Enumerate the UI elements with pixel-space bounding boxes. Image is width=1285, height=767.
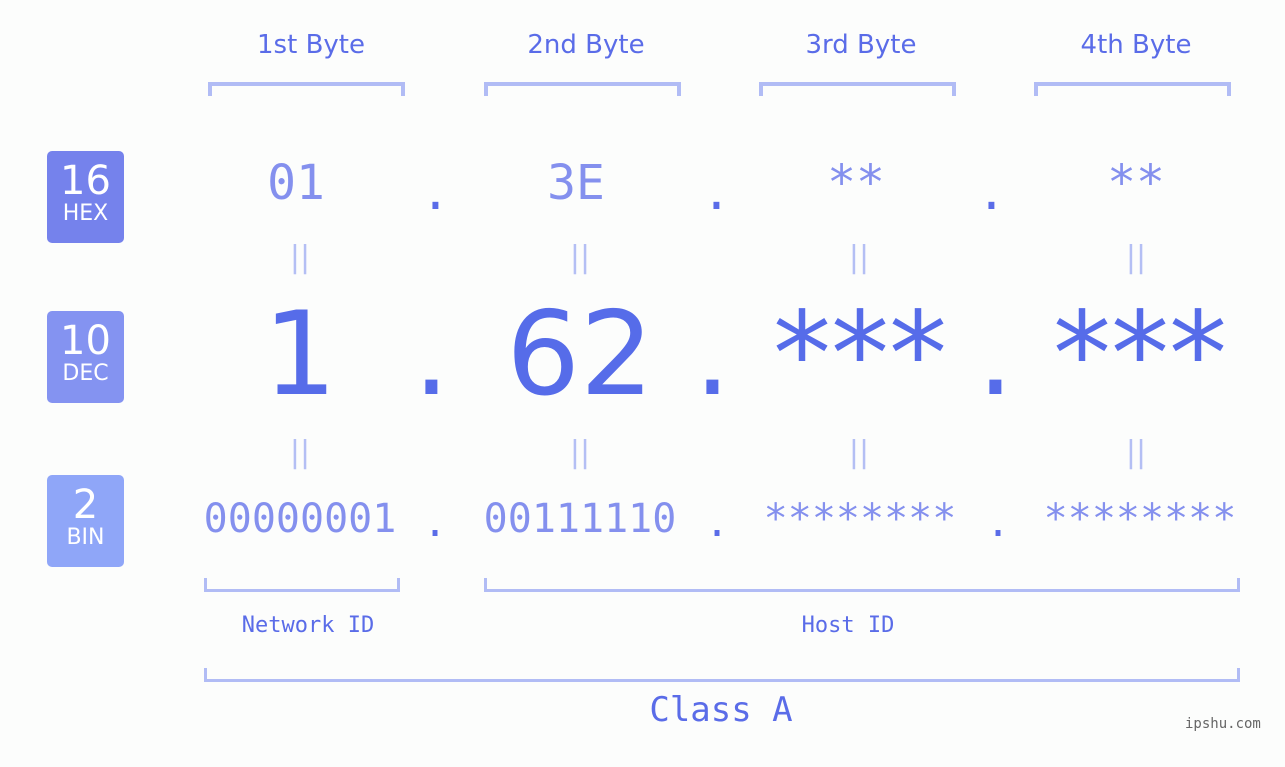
byte-header-2: 2nd Byte xyxy=(527,30,645,60)
hex-octet-3: ** xyxy=(827,155,885,211)
host-id-bracket xyxy=(484,578,1240,592)
network-id-bracket xyxy=(204,578,400,592)
dec-octet-3: *** xyxy=(773,287,947,422)
equals-icon: || xyxy=(289,435,311,470)
hex-separator-1: . xyxy=(421,165,450,221)
watermark: ipshu.com xyxy=(1185,716,1261,732)
dec-octet-4: *** xyxy=(1053,287,1227,422)
dec-separator-2: . xyxy=(694,287,731,422)
host-id-label: Host ID xyxy=(801,613,895,638)
hex-octet-1: 01 xyxy=(267,155,325,211)
bin-badge: 2 BIN xyxy=(47,475,124,567)
bin-octet-1: 00000001 xyxy=(203,496,397,542)
byte-header-1: 1st Byte xyxy=(257,30,365,60)
dec-badge-label: DEC xyxy=(62,361,109,386)
network-id-label: Network ID xyxy=(241,613,375,638)
hex-separator-3: . xyxy=(977,165,1006,221)
bin-octet-3: ******** xyxy=(763,496,957,542)
equals-icon: || xyxy=(1125,240,1147,275)
hex-separator-2: . xyxy=(702,165,731,221)
byte-header-4: 4th Byte xyxy=(1080,30,1192,60)
bin-badge-number: 2 xyxy=(72,482,99,528)
dec-badge-number: 10 xyxy=(60,318,111,364)
dec-separator-1: . xyxy=(413,287,450,422)
bin-octet-2: 00111110 xyxy=(483,496,677,542)
class-label: Class A xyxy=(649,690,793,730)
hex-badge-label: HEX xyxy=(62,201,109,226)
equals-icon: || xyxy=(289,240,311,275)
equals-icon: || xyxy=(848,240,870,275)
bin-badge-label: BIN xyxy=(66,525,105,550)
dec-badge: 10 DEC xyxy=(47,311,124,403)
byte-bracket-4 xyxy=(1034,82,1231,96)
hex-badge-number: 16 xyxy=(60,158,111,204)
hex-badge: 16 HEX xyxy=(47,151,124,243)
equals-icon: || xyxy=(848,435,870,470)
bin-separator-1: . xyxy=(423,500,448,546)
equals-icon: || xyxy=(569,240,591,275)
hex-octet-2: 3E xyxy=(547,155,605,211)
bin-separator-2: . xyxy=(705,500,730,546)
dec-separator-3: . xyxy=(977,287,1014,422)
byte-bracket-3 xyxy=(759,82,956,96)
byte-bracket-2 xyxy=(484,82,681,96)
equals-icon: || xyxy=(569,435,591,470)
class-bracket xyxy=(204,668,1240,682)
byte-header-3: 3rd Byte xyxy=(805,30,917,60)
bin-separator-3: . xyxy=(986,500,1011,546)
dec-octet-1: 1 xyxy=(263,287,337,422)
bin-octet-4: ******** xyxy=(1043,496,1237,542)
byte-bracket-1 xyxy=(208,82,405,96)
hex-octet-4: ** xyxy=(1107,155,1165,211)
equals-icon: || xyxy=(1125,435,1147,470)
dec-octet-2: 62 xyxy=(506,287,654,422)
